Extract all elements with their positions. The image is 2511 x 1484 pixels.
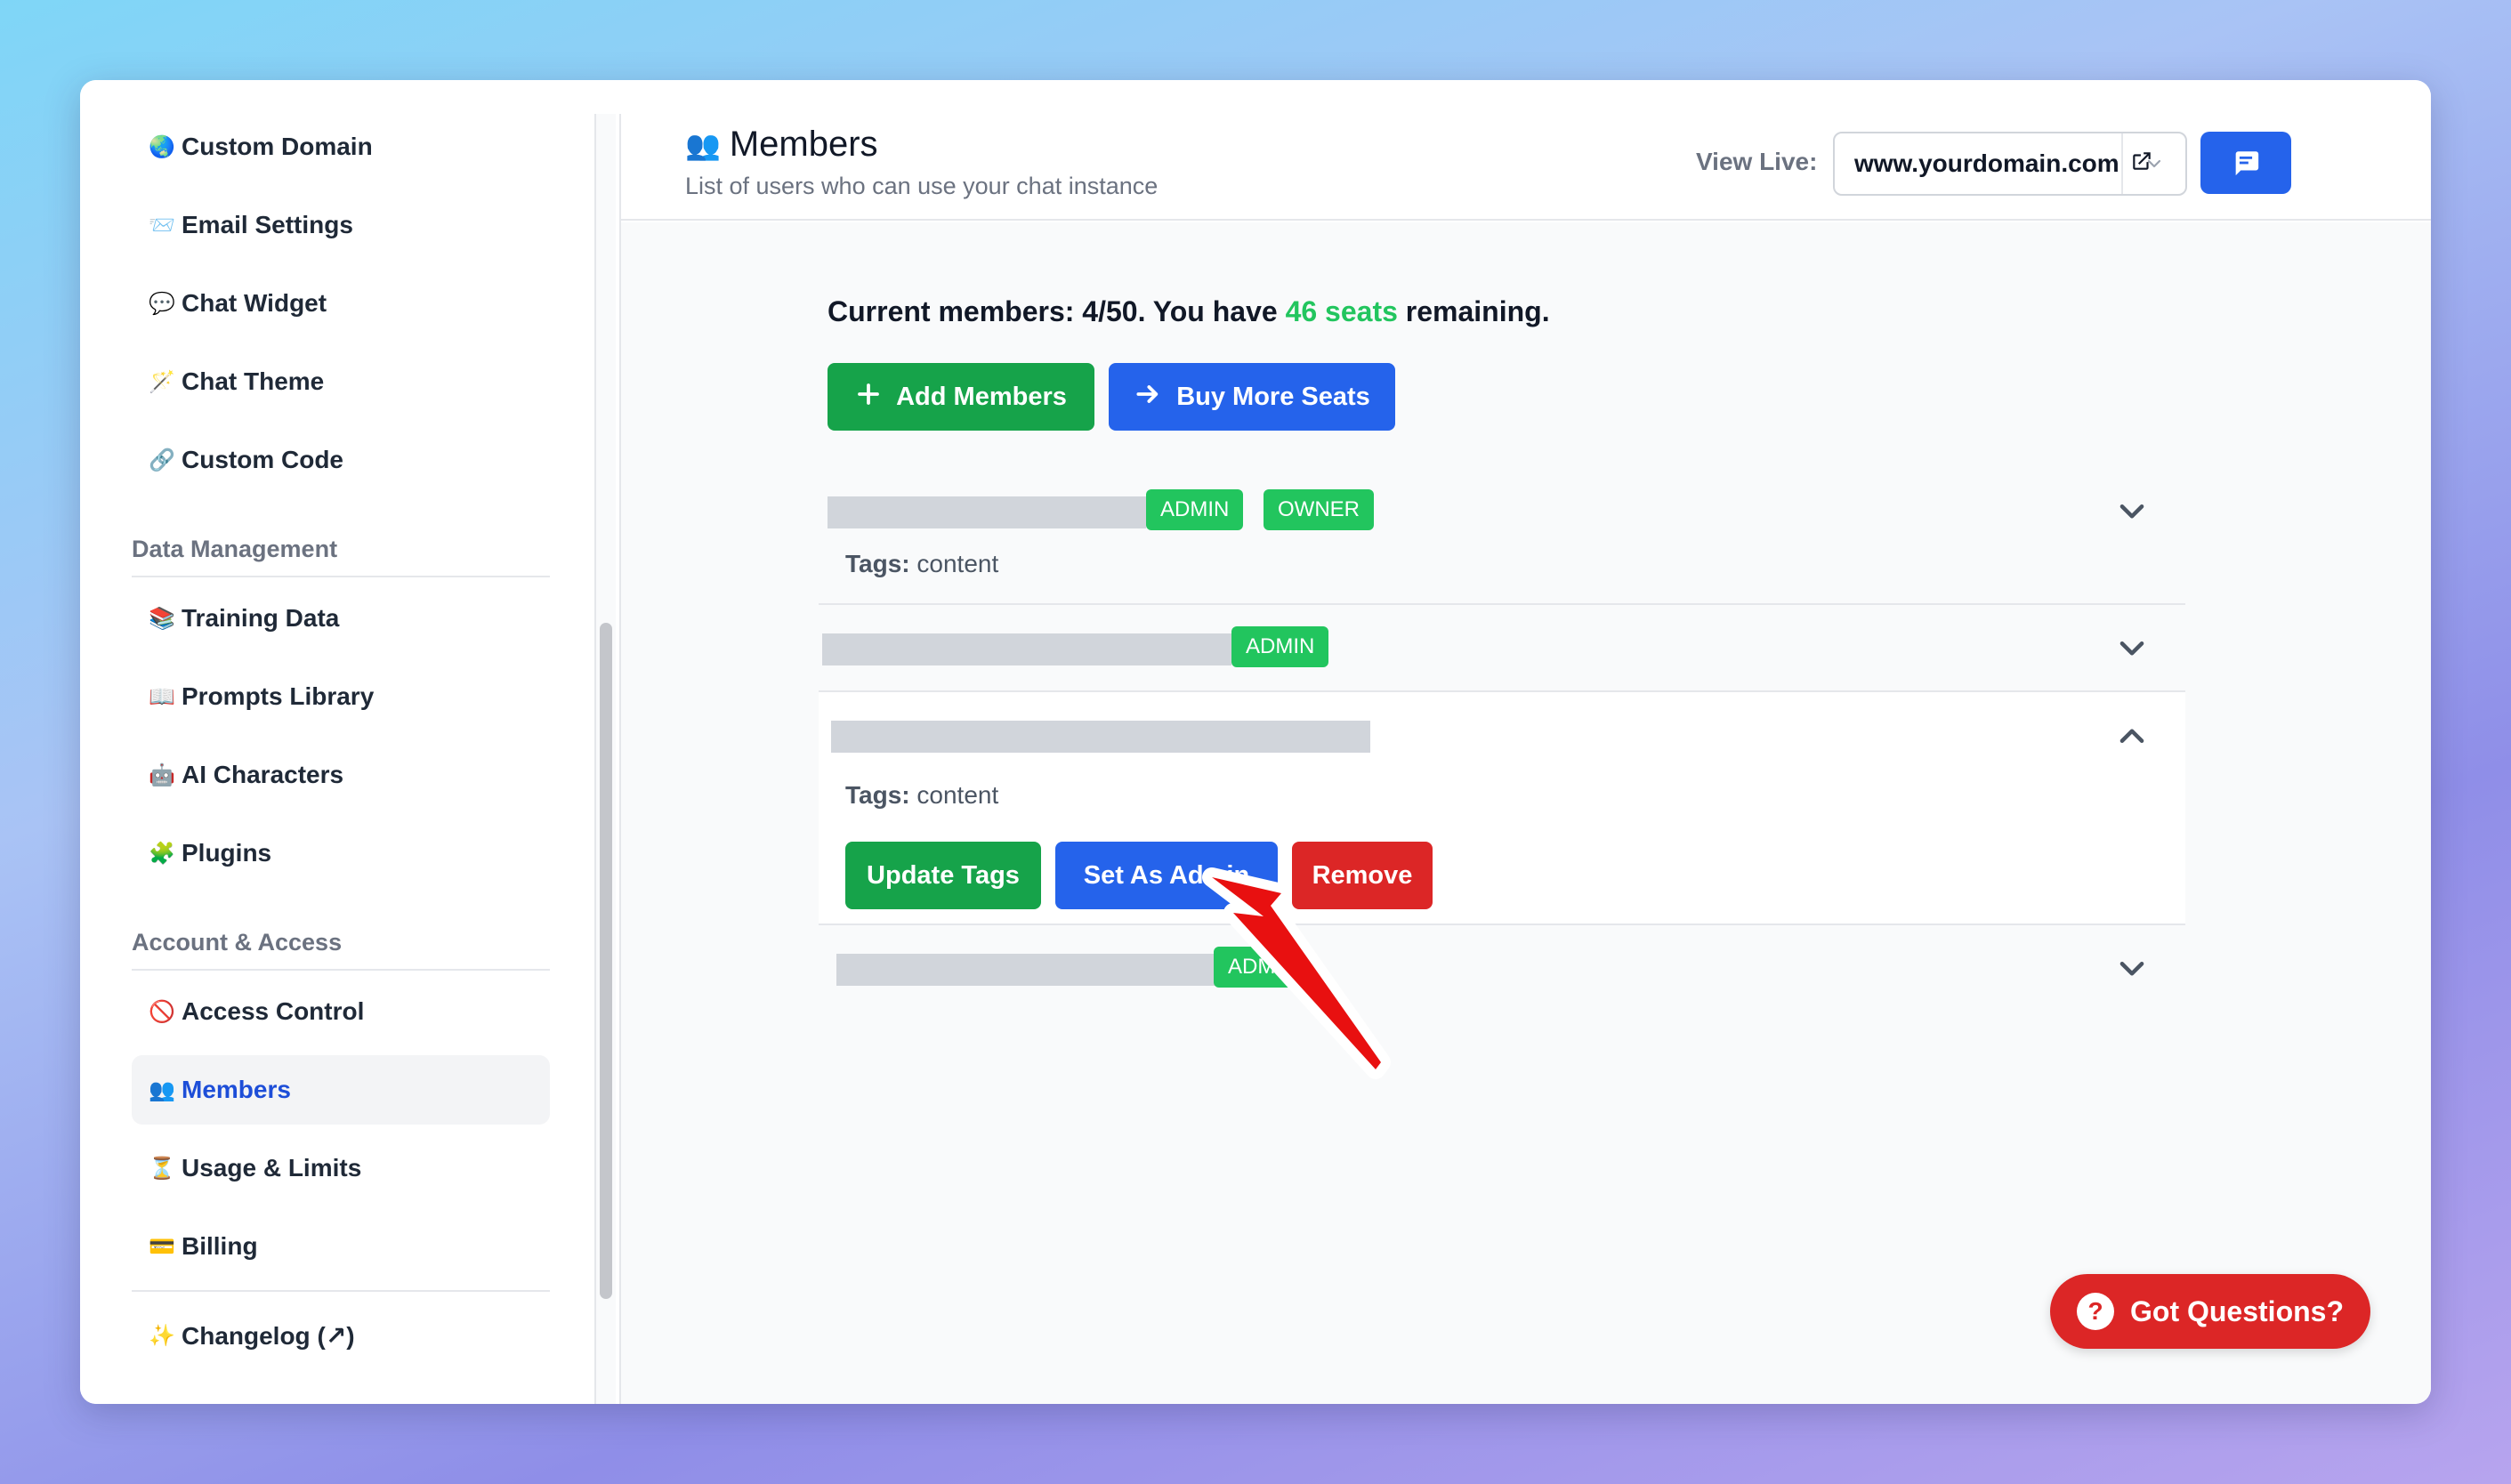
section-title-data-management: Data Management <box>132 536 550 577</box>
link-icon: 🔗 <box>149 448 175 472</box>
sidebar-item-custom-domain[interactable]: 🌏 Custom Domain <box>132 112 550 181</box>
robot-icon: 🤖 <box>149 762 175 787</box>
member-tags: Tags: content <box>845 550 999 577</box>
redacted-email <box>836 954 1255 986</box>
expand-chevron-icon[interactable] <box>2114 493 2150 528</box>
members-count: Current members: 4/50. You have 46 seats… <box>828 295 1550 327</box>
globe-icon: 🌏 <box>149 134 175 159</box>
redacted-email <box>828 496 1146 528</box>
view-live-label: View Live: <box>1696 148 1818 175</box>
main-content: Current members: 4/50. You have 46 seats… <box>621 222 2431 1404</box>
member-row[interactable]: ADMIN <box>819 925 2185 1014</box>
got-questions-button[interactable]: ? Got Questions? <box>2050 1274 2370 1349</box>
envelope-icon: 📨 <box>149 213 175 238</box>
member-tags: Tags: content <box>845 781 999 809</box>
domain-dropdown-toggle[interactable] <box>2121 133 2185 194</box>
sidebar-item-ai-characters[interactable]: 🤖 AI Characters <box>132 740 550 810</box>
add-members-button[interactable]: Add Members <box>828 363 1094 431</box>
speech-bubble-icon: 💬 <box>149 291 175 316</box>
admin-badge: ADMIN <box>1146 489 1244 530</box>
sidebar-item-training-data[interactable]: 📚 Training Data <box>132 584 550 653</box>
chevron-down-icon <box>2147 159 2161 168</box>
collapse-chevron-icon[interactable] <box>2114 719 2150 754</box>
sidebar-divider <box>132 1290 550 1292</box>
sidebar-item-chat-widget[interactable]: 💬 Chat Widget <box>132 269 550 338</box>
magic-wand-icon: 🪄 <box>149 369 175 394</box>
page-header: 👥 Members List of users who can use your… <box>621 80 2431 221</box>
member-row[interactable]: ADMIN OWNER Tags: content <box>819 472 2185 605</box>
remove-member-button[interactable]: Remove <box>1292 842 1433 909</box>
sparkles-icon: ✨ <box>149 1323 175 1348</box>
users-icon: 👥 <box>149 1077 175 1102</box>
admin-badge: ADMIN <box>1214 947 1312 988</box>
domain-link[interactable]: www.yourdomain.com <box>1835 149 2151 179</box>
member-row-expanded[interactable]: Tags: content Update Tags Set As Admin R… <box>819 692 2185 925</box>
prohibited-icon: 🚫 <box>149 999 175 1024</box>
open-book-icon: 📖 <box>149 684 175 709</box>
chat-icon <box>2235 151 2259 176</box>
expand-chevron-icon[interactable] <box>2114 630 2150 665</box>
arrow-right-icon <box>1134 380 1162 414</box>
domain-selector: www.yourdomain.com <box>1833 132 2187 196</box>
sidebar-item-chat-theme[interactable]: 🪄 Chat Theme <box>132 347 550 416</box>
sidebar-item-email-settings[interactable]: 📨 Email Settings <box>132 190 550 260</box>
owner-badge: OWNER <box>1264 489 1374 530</box>
member-row[interactable]: ADMIN <box>819 605 2185 692</box>
sidebar-item-plugins[interactable]: 🧩 Plugins <box>132 819 550 888</box>
redacted-email <box>822 633 1231 665</box>
set-as-admin-button[interactable]: Set As Admin <box>1055 842 1278 909</box>
sidebar-item-members[interactable]: 👥 Members <box>132 1055 550 1125</box>
open-chat-button[interactable] <box>2200 132 2291 194</box>
plus-icon <box>855 381 882 413</box>
page-subtitle: List of users who can use your chat inst… <box>685 173 1159 199</box>
expand-chevron-icon[interactable] <box>2114 950 2150 986</box>
section-title-account-access: Account & Access <box>132 929 550 971</box>
buy-more-seats-button[interactable]: Buy More Seats <box>1109 363 1395 431</box>
sidebar-item-billing[interactable]: 💳 Billing <box>132 1212 550 1281</box>
question-mark-icon: ? <box>2077 1293 2114 1330</box>
users-icon: 👥 <box>685 128 721 161</box>
sidebar: 🌏 Custom Domain 📨 Email Settings 💬 Chat … <box>80 80 596 1404</box>
admin-badge: ADMIN <box>1231 626 1329 667</box>
update-tags-button[interactable]: Update Tags <box>845 842 1041 909</box>
sidebar-item-usage-limits[interactable]: ⏳ Usage & Limits <box>132 1133 550 1203</box>
books-icon: 📚 <box>149 606 175 631</box>
puzzle-icon: 🧩 <box>149 841 175 866</box>
redacted-email <box>831 721 1370 753</box>
sidebar-item-custom-code[interactable]: 🔗 Custom Code <box>132 425 550 495</box>
sidebar-item-prompts-library[interactable]: 📖 Prompts Library <box>132 662 550 731</box>
credit-card-icon: 💳 <box>149 1234 175 1259</box>
page-title: 👥 Members <box>685 125 878 164</box>
sidebar-item-access-control[interactable]: 🚫 Access Control <box>132 977 550 1046</box>
hourglass-icon: ⏳ <box>149 1156 175 1181</box>
sidebar-item-changelog[interactable]: ✨ Changelog (↗) <box>132 1301 550 1370</box>
sidebar-scrollbar-thumb[interactable] <box>600 623 612 1299</box>
app-window: 🌏 Custom Domain 📨 Email Settings 💬 Chat … <box>80 80 2431 1404</box>
